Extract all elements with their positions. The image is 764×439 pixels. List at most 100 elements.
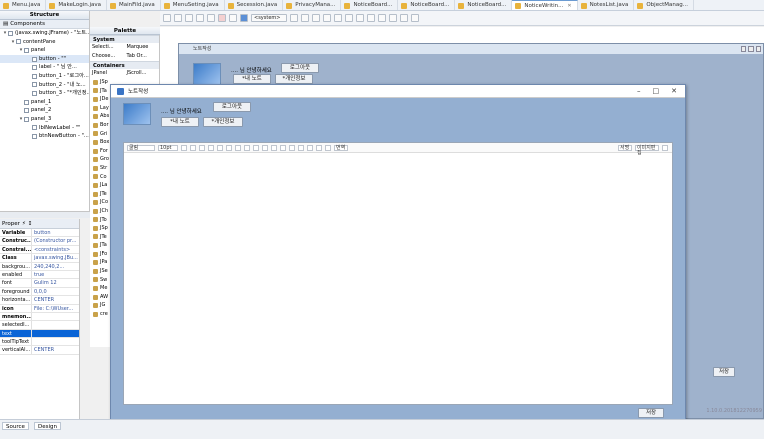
center-v-icon[interactable] bbox=[411, 14, 419, 22]
editor-tab[interactable]: NoticeBoard... bbox=[341, 0, 399, 10]
property-value[interactable]: CENTER bbox=[32, 296, 79, 303]
property-value[interactable]: button bbox=[32, 229, 79, 236]
designed-logout-button[interactable]: 로그아웃 bbox=[281, 63, 319, 73]
search-icon[interactable] bbox=[325, 144, 331, 151]
property-row[interactable]: horizonta... CENTER bbox=[0, 296, 79, 305]
center-h-icon[interactable] bbox=[400, 14, 408, 22]
system-select[interactable]: <system> bbox=[251, 14, 287, 22]
tree-node[interactable]: button_2 - "내 노... bbox=[0, 81, 89, 90]
tree-node[interactable]: lblNewLabel - "" bbox=[0, 124, 89, 133]
source-tab[interactable]: Source bbox=[2, 422, 29, 430]
editor-tab[interactable]: NoticeBoard... bbox=[455, 0, 513, 10]
look-and-feel-icon[interactable] bbox=[240, 14, 248, 22]
tree-node[interactable]: button_3 - "*개인정... bbox=[0, 89, 89, 98]
justify-icon[interactable] bbox=[262, 144, 268, 151]
property-value[interactable]: CENTER bbox=[32, 346, 79, 353]
minimize-icon[interactable] bbox=[741, 46, 747, 52]
tree-node[interactable]: button_1 - "로그아... bbox=[0, 72, 89, 81]
property-value[interactable]: Gulim 12 bbox=[32, 279, 79, 286]
property-value[interactable]: true bbox=[32, 271, 79, 278]
image-edit-button[interactable]: 이미지편집 bbox=[635, 144, 659, 155]
outdent-icon[interactable] bbox=[289, 144, 295, 151]
property-row[interactable]: Class javax.swing.JBu... bbox=[0, 254, 79, 263]
property-value[interactable]: javax.swing.JBu... bbox=[32, 254, 79, 261]
palette-selection[interactable]: Selecti... bbox=[90, 43, 125, 52]
maximize-icon[interactable]: □ bbox=[653, 87, 660, 95]
events-icon[interactable]: ⚡ bbox=[22, 221, 26, 227]
maximize-icon[interactable] bbox=[748, 46, 754, 52]
space-h-icon[interactable] bbox=[378, 14, 386, 22]
property-row[interactable]: enabled true bbox=[0, 270, 79, 280]
palette-jscroll[interactable]: JScroll... bbox=[125, 69, 160, 78]
bold-icon[interactable] bbox=[181, 144, 187, 151]
minimize-icon[interactable]: – bbox=[637, 87, 641, 95]
tree-node[interactable]: panel_1 bbox=[0, 98, 89, 107]
font-select[interactable]: 굴림 bbox=[127, 144, 155, 151]
align-right-icon[interactable] bbox=[312, 14, 320, 22]
space-v-icon[interactable] bbox=[389, 14, 397, 22]
align-left-icon[interactable] bbox=[290, 14, 298, 22]
align-right-icon[interactable] bbox=[253, 144, 259, 151]
width-icon[interactable] bbox=[356, 14, 364, 22]
property-value[interactable] bbox=[32, 313, 79, 320]
tree-node[interactable]: btnNewButton - "... bbox=[0, 132, 89, 141]
close-icon[interactable]: ✕ bbox=[671, 87, 677, 95]
designed-my-notes-button[interactable]: *내 노트 bbox=[233, 74, 271, 84]
property-value[interactable]: File: C:\WUser... bbox=[32, 305, 79, 312]
undo-icon[interactable] bbox=[163, 14, 171, 22]
size-select[interactable]: 10pt bbox=[158, 144, 178, 151]
image-insert-icon[interactable] bbox=[662, 144, 668, 151]
signature-button[interactable]: 서명 bbox=[618, 144, 632, 151]
property-value[interactable]: 0,0,0 bbox=[32, 288, 79, 295]
editor-tab[interactable]: MenuSeting.java bbox=[161, 0, 225, 10]
editor-tab[interactable]: Secession.java bbox=[225, 0, 284, 10]
height-icon[interactable] bbox=[367, 14, 375, 22]
property-row[interactable]: selectedI... bbox=[0, 321, 79, 330]
strike-icon[interactable] bbox=[208, 144, 214, 151]
property-value[interactable]: <constraints> bbox=[32, 246, 79, 253]
indent-icon[interactable] bbox=[280, 144, 286, 151]
align-middle-icon[interactable] bbox=[334, 14, 342, 22]
property-row[interactable]: backgrou... 240,240,2... bbox=[0, 262, 79, 271]
editor-tab[interactable]: MakeLogin.java bbox=[46, 0, 107, 10]
tree-node[interactable]: ▾ contentPane bbox=[0, 38, 89, 47]
property-row[interactable]: Variable button bbox=[0, 229, 79, 238]
tree-node[interactable]: panel_2 bbox=[0, 106, 89, 115]
property-row[interactable]: font Gulim 12 bbox=[0, 279, 79, 288]
tree-node[interactable]: button - "" bbox=[0, 54, 89, 64]
palette-taborder[interactable]: Tab Or... bbox=[125, 52, 160, 61]
align-center-icon[interactable] bbox=[244, 144, 250, 151]
sort-icon[interactable]: ↕ bbox=[28, 221, 33, 227]
cut-icon[interactable] bbox=[185, 14, 193, 22]
font-color-icon[interactable] bbox=[217, 144, 223, 151]
property-value[interactable] bbox=[32, 329, 79, 338]
align-bottom-icon[interactable] bbox=[345, 14, 353, 22]
close-tab-icon[interactable]: ✕ bbox=[567, 1, 571, 11]
tree-node[interactable]: label - " 님 안... bbox=[0, 63, 89, 72]
property-row[interactable]: toolTipText bbox=[0, 338, 79, 347]
palette-choose[interactable]: Choose... bbox=[90, 52, 125, 61]
save-button[interactable]: 저장 bbox=[638, 408, 664, 418]
property-value[interactable] bbox=[32, 338, 79, 345]
property-row[interactable]: mnemon... bbox=[0, 312, 79, 322]
palette-category-system[interactable]: System bbox=[90, 35, 159, 43]
delete-icon[interactable] bbox=[218, 14, 226, 22]
logout-button[interactable]: 로그아웃 bbox=[213, 102, 251, 112]
palette-category-containers[interactable]: Containers bbox=[90, 61, 159, 69]
editor-tab[interactable]: ObjectManag... bbox=[634, 0, 694, 10]
designed-save-button[interactable]: 저장 bbox=[713, 367, 735, 377]
designed-logo[interactable] bbox=[193, 63, 221, 85]
designed-greeting[interactable]: .... 님 안녕하세요 bbox=[231, 66, 272, 74]
tree-node[interactable]: ▾ panel_3 bbox=[0, 115, 89, 124]
table-icon[interactable] bbox=[316, 144, 322, 151]
editor-tab[interactable]: MainFild.java bbox=[107, 0, 161, 10]
property-row[interactable]: Construc... (Constructor pr... bbox=[0, 237, 79, 246]
align-top-icon[interactable] bbox=[323, 14, 331, 22]
align-center-icon[interactable] bbox=[301, 14, 309, 22]
test-ui-icon[interactable] bbox=[229, 14, 237, 22]
editor-tab[interactable]: NoticeBoard... bbox=[398, 0, 456, 10]
italic-icon[interactable] bbox=[190, 144, 196, 151]
palette-jpanel[interactable]: JPanel bbox=[90, 69, 125, 78]
property-row[interactable]: Constrai... <constraints> bbox=[0, 245, 79, 255]
designed-privacy-button[interactable]: *개인정보 bbox=[275, 74, 313, 84]
